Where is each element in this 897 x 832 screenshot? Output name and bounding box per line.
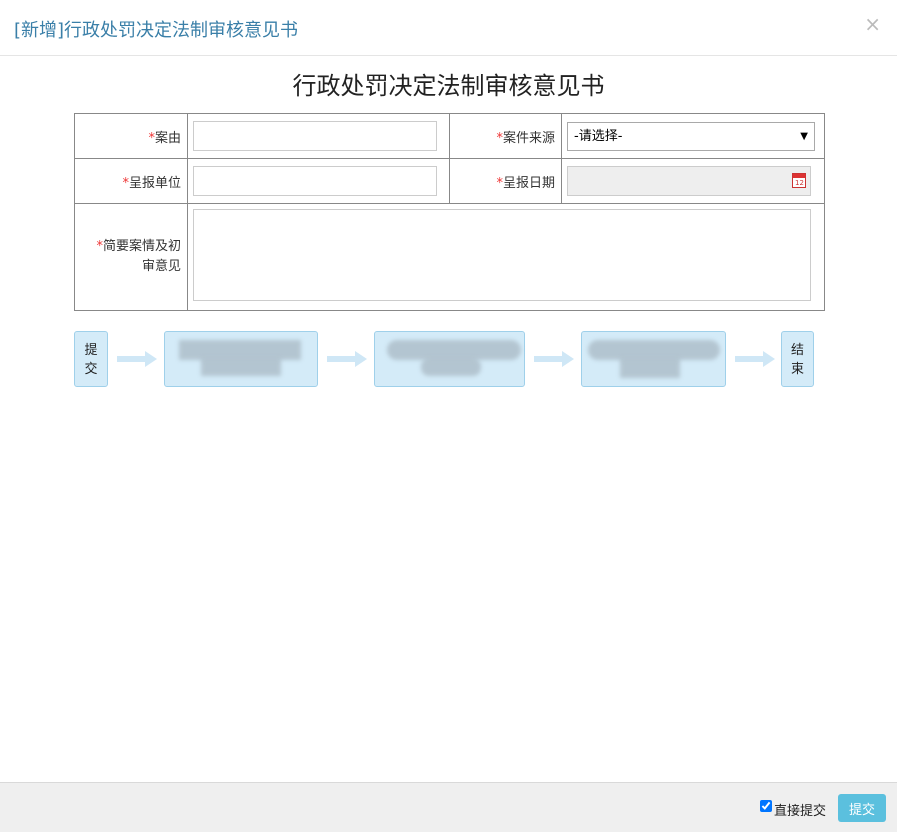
flow-start-node: 提交 [74,331,108,387]
modal-title: [新增]行政处罚决定法制审核意见书 [14,20,299,41]
modal-dialog: [新增]行政处罚决定法制审核意见书 × 行政处罚决定法制审核意见书 *案由 *案… [0,0,897,832]
report-unit-label: *呈报单位 [74,158,188,204]
flow-step-node [581,331,726,387]
modal-footer: 直接提交 提交 [0,782,897,832]
document-title: 行政处罚决定法制审核意见书 [292,72,605,100]
flow-arrow-icon [735,351,775,367]
flow-step-node [374,331,525,387]
close-icon[interactable]: × [864,14,881,34]
summary-label: *简要案情及初 审意见 [74,203,188,311]
direct-submit-label: 直接提交 [774,804,827,819]
review-form: *案由 *案件来源 -请选择- ▼ *呈报单位 *呈报日期 12 *简要案情及初审… [74,113,825,311]
flow-end-node: 结束 [781,331,814,387]
flow-arrow-icon [327,351,367,367]
flow-arrow-icon [534,351,574,367]
case-source-select[interactable]: -请选择- ▼ [567,121,815,151]
flow-arrow-icon [117,351,157,367]
report-date-label: *呈报日期 [449,158,562,204]
case-reason-label: *案由 [74,113,188,159]
direct-submit-checkbox[interactable] [760,800,772,812]
report-unit-input[interactable] [193,166,437,196]
calendar-icon[interactable]: 12 [792,173,806,188]
report-date-input[interactable]: 12 [567,166,811,196]
case-reason-input[interactable] [193,121,437,151]
case-source-label: *案件来源 [449,113,562,159]
modal-header: [新增]行政处罚决定法制审核意见书 × [0,0,897,56]
submit-button[interactable]: 提交 [838,794,886,822]
summary-textarea[interactable] [193,209,811,301]
chevron-down-icon: ▼ [800,130,808,142]
flow-step-node [164,331,318,387]
